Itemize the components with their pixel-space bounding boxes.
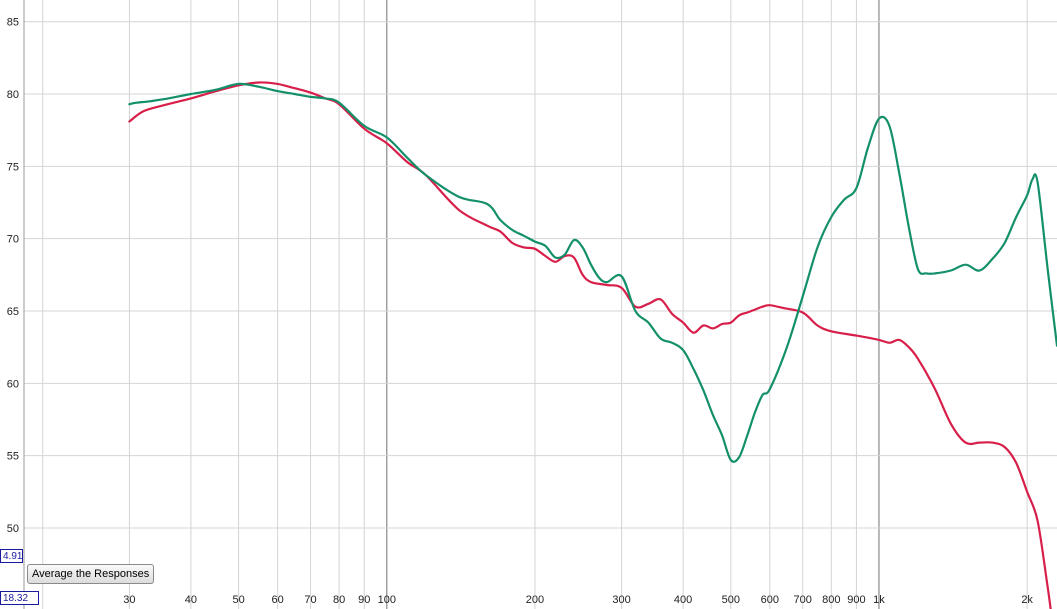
average-responses-button[interactable]: Average the Responses	[27, 564, 155, 584]
x-tick-label: 80	[333, 594, 345, 606]
x-tick-label: 100	[378, 594, 396, 606]
x-tick-label: 300	[612, 594, 630, 606]
x-tick-label: 50	[232, 594, 244, 606]
x-tick-label: 90	[358, 594, 370, 606]
series-layer	[128, 81, 1057, 609]
y-tick-labels: 50 55 60 65 70 75 80 85	[7, 17, 19, 535]
y-tick-label: 65	[7, 306, 19, 318]
x-tick-label: 30	[123, 594, 135, 606]
x-tick-labels: 30 40 50 60 70 80 90 100 200 300 400 500 600 700 800 90…	[123, 594, 1033, 606]
y-tick-label: 50	[7, 523, 19, 535]
y-tick-label: 55	[7, 451, 19, 463]
x-tick-label: 800	[822, 594, 840, 606]
x-tick-label: 1k	[873, 594, 885, 606]
x-tick-label: 2k	[1021, 594, 1033, 606]
x-tick-label: 900	[847, 594, 865, 606]
y-tick-label: 75	[7, 161, 19, 173]
x-tick-label: 600	[761, 594, 779, 606]
y-tick-label: 80	[7, 89, 19, 101]
y-cursor-readout: 4.91	[0, 549, 23, 563]
x-tick-label: 500	[722, 594, 740, 606]
y-tick-label: 85	[7, 17, 19, 29]
x-tick-label: 200	[526, 594, 544, 606]
series-line-1	[128, 81, 1052, 609]
y-tick-label: 70	[7, 234, 19, 246]
grid	[23, 0, 1057, 609]
x-cursor-readout: 18.32	[0, 591, 39, 605]
x-tick-label: 70	[304, 594, 316, 606]
x-tick-label: 700	[794, 594, 812, 606]
frequency-response-chart: 50 55 60 65 70 75 80 85 30 40 50 60 70 80 90 100 200 300…	[7, 0, 1057, 609]
x-tick-label: 60	[271, 594, 283, 606]
x-tick-label: 400	[674, 594, 692, 606]
series-line-2	[128, 82, 1057, 463]
y-tick-label: 60	[7, 378, 19, 390]
x-tick-label: 40	[185, 594, 197, 606]
